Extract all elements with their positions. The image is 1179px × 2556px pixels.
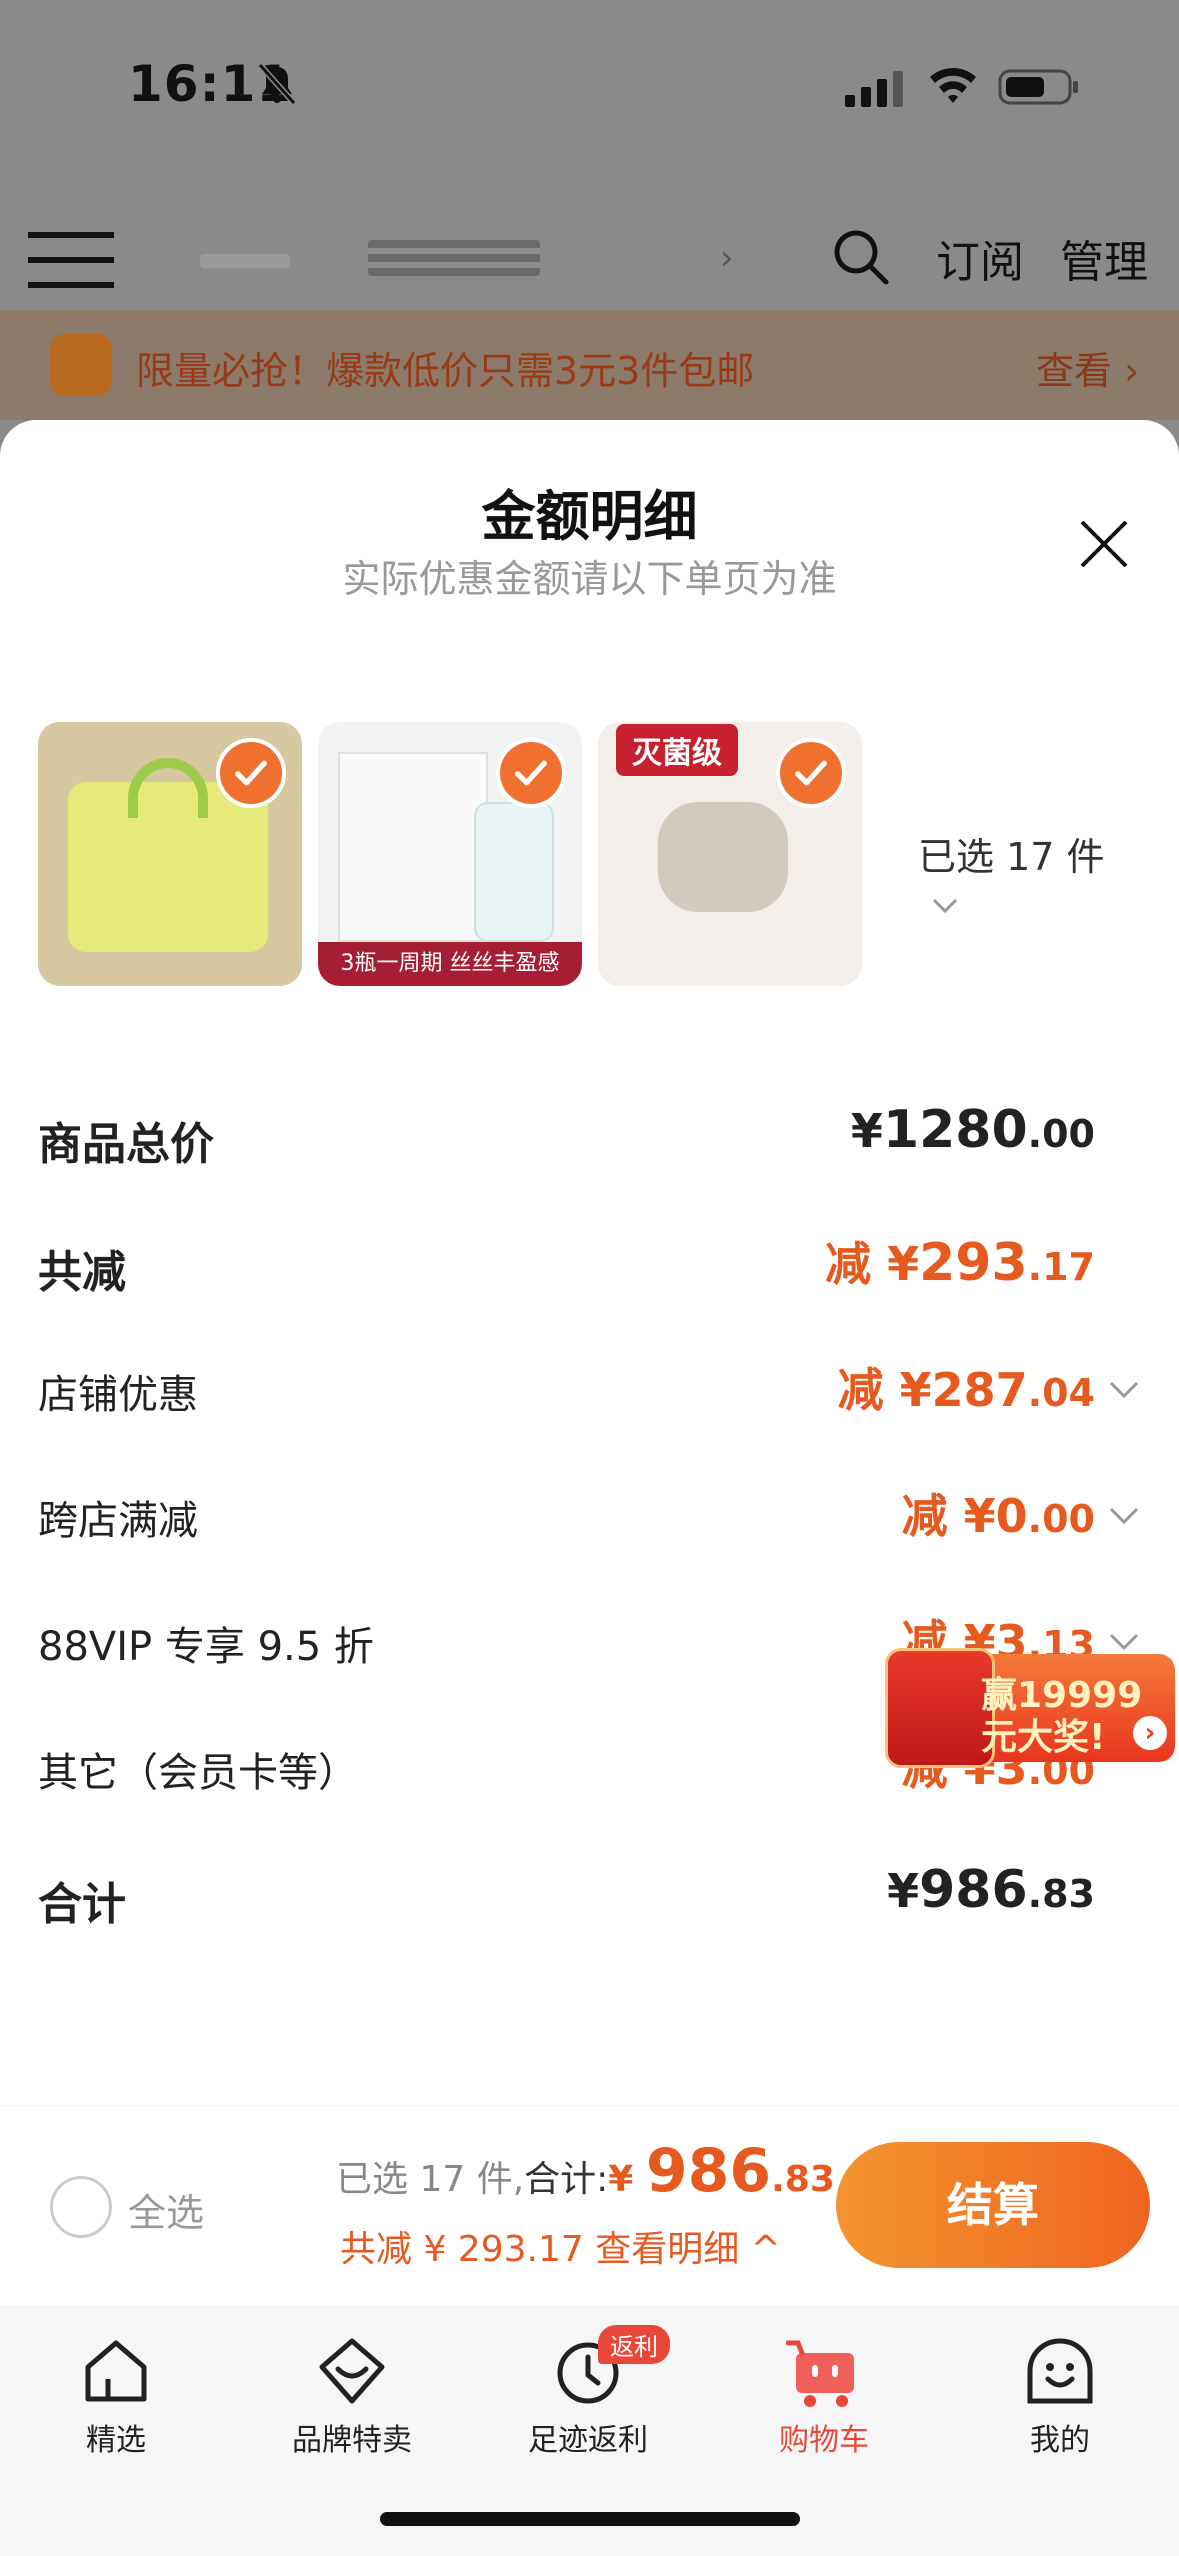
top-nav-bar: › 订阅 管理 <box>0 220 1179 310</box>
selected-count-dropdown[interactable]: 已选 17 件 <box>918 826 1148 925</box>
address-chevron: › <box>720 238 734 278</box>
diamond-icon <box>319 2338 385 2404</box>
tab-label: 精选 <box>86 2423 146 2458</box>
ad-line2: 元大奖! <box>981 1717 1106 1758</box>
promo-view-link[interactable]: 查看 › <box>1036 340 1139 395</box>
row-value: 减 ¥287.04 <box>837 1363 1095 1417</box>
total-label: 合计: <box>524 2159 609 2200</box>
home-icon <box>85 2340 147 2402</box>
search-icon[interactable] <box>830 226 890 286</box>
close-icon[interactable] <box>1074 514 1134 574</box>
check-icon <box>216 738 286 808</box>
product-thumbnail[interactable]: 3瓶一周期 丝丝丰盈感 <box>318 722 582 986</box>
background-page: 16:11 › 订阅 管理 限量必抢！爆款低价只需3元3件包邮 查看 › <box>0 0 1179 460</box>
row-total-discount: 共减 减 ¥293.17 <box>0 1218 1179 1308</box>
check-icon <box>776 738 846 808</box>
row-label: 跨店满减 <box>38 1498 198 1544</box>
bell-muted-icon <box>257 62 297 106</box>
row-value: 减 ¥0.00 <box>901 1489 1095 1543</box>
signal-icon <box>845 71 903 107</box>
amount-detail-sheet: 金额明细 实际优惠金额请以下单页为准 3瓶一周期 丝丝丰盈感 灭菌级 已选 17… <box>0 420 1179 2105</box>
checkout-bar: 全选 已选 17 件,合计:¥ 986.83 共减 ¥ 293.17 查看明细 … <box>0 2105 1179 2305</box>
face-mask-image <box>658 802 788 912</box>
row-shop-discount[interactable]: 店铺优惠 减 ¥287.04 <box>0 1344 1179 1434</box>
row-value: ¥986.83 <box>887 1860 1095 1920</box>
product-thumbnail[interactable]: 灭菌级 <box>598 722 862 986</box>
selected-count-label: 已选 17 件 <box>918 835 1105 879</box>
chevron-down-icon <box>1109 1381 1139 1399</box>
supplement-bottle-image <box>474 802 554 942</box>
chevron-down-icon <box>1109 1507 1139 1525</box>
blurred-address[interactable] <box>368 240 540 276</box>
supplement-box-image <box>338 752 488 942</box>
selected-products-row: 3瓶一周期 丝丝丰盈感 灭菌级 已选 17 件 <box>38 722 1148 988</box>
cart-icon <box>786 2340 854 2407</box>
home-indicator <box>380 2512 800 2526</box>
row-label: 商品总价 <box>38 1119 214 1170</box>
manage-button[interactable]: 管理 <box>1060 226 1148 290</box>
sheet-title: 金额明细 <box>481 485 698 548</box>
row-label: 其它（会员卡等） <box>38 1750 358 1796</box>
subscribe-button[interactable]: 订阅 <box>936 226 1024 290</box>
wifi-icon <box>930 68 976 103</box>
row-label: 88VIP 专享 9.5 折 <box>38 1624 374 1670</box>
view-details-link[interactable]: 共减 ¥ 293.17 查看明细 ^ <box>340 2220 781 2272</box>
tab-profile[interactable]: 我的 <box>960 2325 1160 2465</box>
tab-footprint-rebate[interactable]: 返利 足迹返利 <box>488 2325 688 2465</box>
menu-icon[interactable] <box>28 228 114 292</box>
profile-icon <box>1027 2338 1093 2404</box>
product-thumbnail[interactable] <box>38 722 302 986</box>
tab-label: 购物车 <box>779 2423 869 2458</box>
tab-label: 品牌特卖 <box>292 2423 412 2458</box>
red-envelope-icon <box>885 1648 995 1768</box>
row-value: ¥1280.00 <box>850 1100 1095 1160</box>
tab-cart[interactable]: 购物车 <box>724 2325 924 2465</box>
tab-label: 我的 <box>1030 2423 1090 2458</box>
row-total-price: 商品总价 ¥1280.00 <box>0 1090 1179 1180</box>
row-label: 合计 <box>38 1879 126 1930</box>
blurred-shop-name <box>200 254 290 268</box>
tab-brand-sale[interactable]: 品牌特卖 <box>252 2325 452 2465</box>
row-grand-total: 合计 ¥986.83 <box>0 1850 1179 1940</box>
select-all-radio[interactable] <box>50 2176 112 2238</box>
row-label: 共减 <box>38 1247 126 1298</box>
tab-featured[interactable]: 精选 <box>16 2325 216 2465</box>
checkout-summary: 已选 17 件,合计:¥ 986.83 <box>336 2136 835 2206</box>
chevron-down-icon <box>932 898 958 913</box>
check-icon <box>496 738 566 808</box>
battery-icon <box>998 69 1078 105</box>
ad-arrow-icon: › <box>1133 1716 1167 1750</box>
rebate-badge: 返利 <box>598 2325 670 2364</box>
total-amount: ¥ 986.83 <box>608 2136 835 2206</box>
promo-cup-icon <box>50 334 112 396</box>
select-all-label[interactable]: 全选 <box>128 2182 204 2237</box>
product-strip-label: 3瓶一周期 丝丝丰盈感 <box>318 942 582 986</box>
row-value: 减 ¥293.17 <box>825 1233 1095 1293</box>
checkout-button[interactable]: 结算 <box>836 2142 1150 2268</box>
row-label: 店铺优惠 <box>38 1372 198 1418</box>
floating-prize-ad[interactable]: 赢19999 元大奖! › <box>885 1648 1175 1768</box>
promo-banner[interactable]: 限量必抢！爆款低价只需3元3件包邮 查看 › <box>0 310 1179 420</box>
row-cross-shop-discount[interactable]: 跨店满减 减 ¥0.00 <box>0 1470 1179 1560</box>
product-tag: 灭菌级 <box>616 724 738 776</box>
tab-label: 足迹返利 <box>528 2423 648 2458</box>
selected-count-text: 已选 17 件, <box>336 2159 525 2200</box>
status-bar: 16:11 <box>0 55 1179 135</box>
promo-text: 限量必抢！爆款低价只需3元3件包邮 <box>136 349 755 393</box>
sheet-subtitle: 实际优惠金额请以下单页为准 <box>342 557 837 601</box>
bag-handle <box>128 758 208 818</box>
